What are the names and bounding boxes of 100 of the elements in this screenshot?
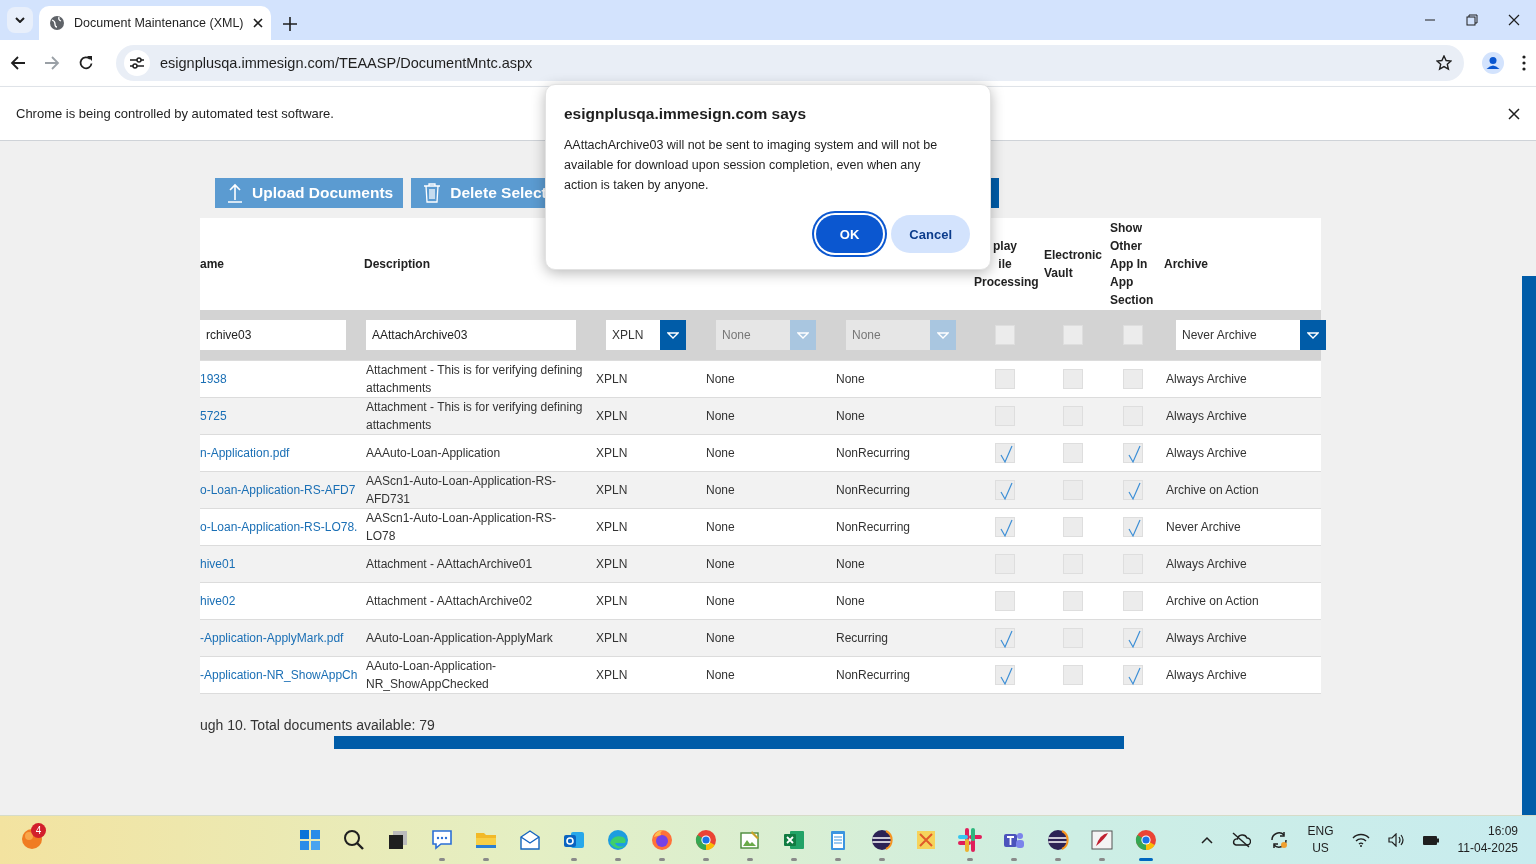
swirl-icon[interactable] — [606, 828, 630, 852]
caret-down-icon — [1307, 331, 1319, 339]
chat-bubble-icon[interactable] — [430, 828, 454, 852]
sync-icon[interactable] — [1269, 831, 1290, 849]
cell-text: None — [706, 631, 735, 645]
checkbox[interactable] — [995, 628, 1015, 648]
select-dropdown[interactable]: Never Archive — [1176, 320, 1326, 350]
profile-avatar-icon[interactable] — [1482, 52, 1504, 74]
checkbox[interactable] — [1123, 517, 1143, 537]
caret-down-icon — [797, 331, 809, 339]
close-icon[interactable] — [252, 18, 263, 28]
document-name-link[interactable]: hive02 — [200, 594, 236, 608]
checkbox[interactable] — [995, 517, 1015, 537]
recurrence-text: Recurring — [836, 631, 889, 645]
type-text: XPLN — [596, 446, 628, 460]
description-text: Attachment - This is for verifying defining attachments — [366, 363, 583, 395]
new-tab-icon[interactable] — [283, 17, 297, 31]
close-icon[interactable] — [1508, 14, 1520, 26]
browser-tab[interactable]: Document Maintenance (XML) — [39, 6, 271, 40]
four-squares-icon[interactable] — [298, 828, 322, 852]
reload-icon[interactable] — [78, 55, 94, 71]
more-menu-icon[interactable] — [1522, 55, 1526, 71]
checkbox[interactable] — [995, 480, 1015, 500]
column-header: Description — [364, 257, 430, 271]
document-name-link[interactable]: -Application-ApplyMark.pdf — [200, 631, 344, 645]
type-text: XPLN — [596, 668, 628, 682]
document-name-link[interactable]: o-Loan-Application-RS-AFD7 — [200, 483, 356, 497]
picture-brush-icon[interactable] — [738, 828, 762, 852]
checkbox[interactable] — [995, 369, 1015, 389]
select-dropdown[interactable]: XPLN — [606, 320, 686, 350]
cell-text: None — [706, 483, 735, 497]
striped-sphere-icon[interactable] — [870, 828, 894, 852]
recurrence-text: NonRecurring — [836, 520, 911, 534]
archive-text: Always Archive — [1166, 631, 1247, 645]
star-icon[interactable] — [1436, 55, 1452, 71]
checkbox[interactable] — [1063, 591, 1083, 611]
checkbox[interactable] — [1123, 628, 1143, 648]
archive-text: Always Archive — [1166, 372, 1247, 386]
upload-button[interactable]: Upload Documents — [215, 178, 404, 208]
close-icon[interactable] — [1508, 107, 1520, 120]
name-filter-field[interactable]: rchive03 — [200, 320, 346, 350]
checkbox[interactable] — [1123, 665, 1143, 685]
wifi-icon[interactable] — [1351, 833, 1370, 847]
envelope-icon[interactable] — [518, 828, 542, 852]
feather-window-icon[interactable] — [1090, 828, 1114, 852]
checkbox[interactable] — [1123, 480, 1143, 500]
checkbox[interactable] — [1063, 665, 1083, 685]
checkbox[interactable] — [1063, 325, 1083, 345]
recurrence-text: NonRecurring — [836, 446, 911, 460]
upload-arrow-icon — [227, 183, 243, 203]
spreadsheet-icon[interactable] — [782, 828, 806, 852]
checkbox[interactable] — [995, 325, 1015, 345]
tab-list-button[interactable] — [7, 7, 33, 33]
type-text: XPLN — [596, 557, 628, 571]
type-text: XPLN — [596, 631, 628, 645]
column-header: play ile Processing — [974, 239, 1039, 289]
chevron-up-icon[interactable] — [1201, 836, 1214, 844]
language-indicator[interactable]: ENG US — [1307, 823, 1334, 857]
checkbox[interactable] — [1063, 443, 1083, 463]
checkbox[interactable] — [1123, 591, 1143, 611]
caret-down-icon — [667, 331, 679, 339]
checkbox[interactable] — [995, 591, 1015, 611]
checkbox[interactable] — [1063, 517, 1083, 537]
document-name-link[interactable]: 5725 — [200, 409, 227, 423]
cancel-button[interactable]: Cancel — [891, 215, 970, 253]
checkbox[interactable] — [1123, 325, 1143, 345]
fox-globe-icon[interactable] — [650, 828, 674, 852]
arrows-cross-icon[interactable] — [914, 828, 938, 852]
globe-icon — [49, 15, 65, 31]
forward-arrow-icon[interactable] — [44, 55, 60, 71]
hash-pinwheel-icon[interactable] — [958, 828, 982, 852]
checkbox[interactable] — [1063, 369, 1083, 389]
horizontal-scrollbar[interactable] — [334, 736, 1124, 749]
checkbox[interactable] — [995, 665, 1015, 685]
vertical-scrollbar[interactable] — [1522, 276, 1536, 815]
description-text: AAuto-Loan-Application-ApplyMark — [366, 631, 553, 645]
back-arrow-icon[interactable] — [10, 55, 26, 71]
document-name-link[interactable]: hive01 — [200, 557, 236, 571]
address-bar[interactable]: esignplusqa.immesign.com/TEAASP/DocumentMntc.aspx — [116, 45, 1464, 81]
url-text: esignplusqa.immesign.com/TEAASP/DocumentMntc.aspx — [160, 55, 534, 71]
checkbox[interactable] — [1123, 369, 1143, 389]
restore-icon[interactable] — [1466, 14, 1478, 26]
description-text: Attachment - AAttachArchive02 — [366, 594, 533, 608]
browser-ball-icon[interactable] — [1134, 828, 1158, 852]
clock[interactable]: 16:09 11-04-2025 — [1457, 823, 1518, 857]
search-icon[interactable] — [342, 828, 366, 852]
site-info-button[interactable] — [124, 50, 150, 76]
cell-text: None — [706, 520, 735, 534]
speaker-icon[interactable] — [1387, 833, 1404, 847]
description-text: AAAuto-Loan-Application — [366, 446, 501, 460]
stacked-windows-icon[interactable] — [386, 828, 410, 852]
cloud-off-icon[interactable] — [1231, 832, 1252, 848]
striped-sphere-icon[interactable] — [1046, 828, 1070, 852]
notification-badge: 4 — [31, 823, 46, 838]
description-filter-field[interactable]: AAttachArchive03 — [366, 320, 576, 350]
battery-icon[interactable] — [1421, 834, 1440, 846]
browser-ball-icon[interactable] — [694, 828, 718, 852]
checkbox[interactable] — [1123, 443, 1143, 463]
checkbox[interactable] — [995, 443, 1015, 463]
document-name-link[interactable]: 1938 — [200, 372, 227, 386]
